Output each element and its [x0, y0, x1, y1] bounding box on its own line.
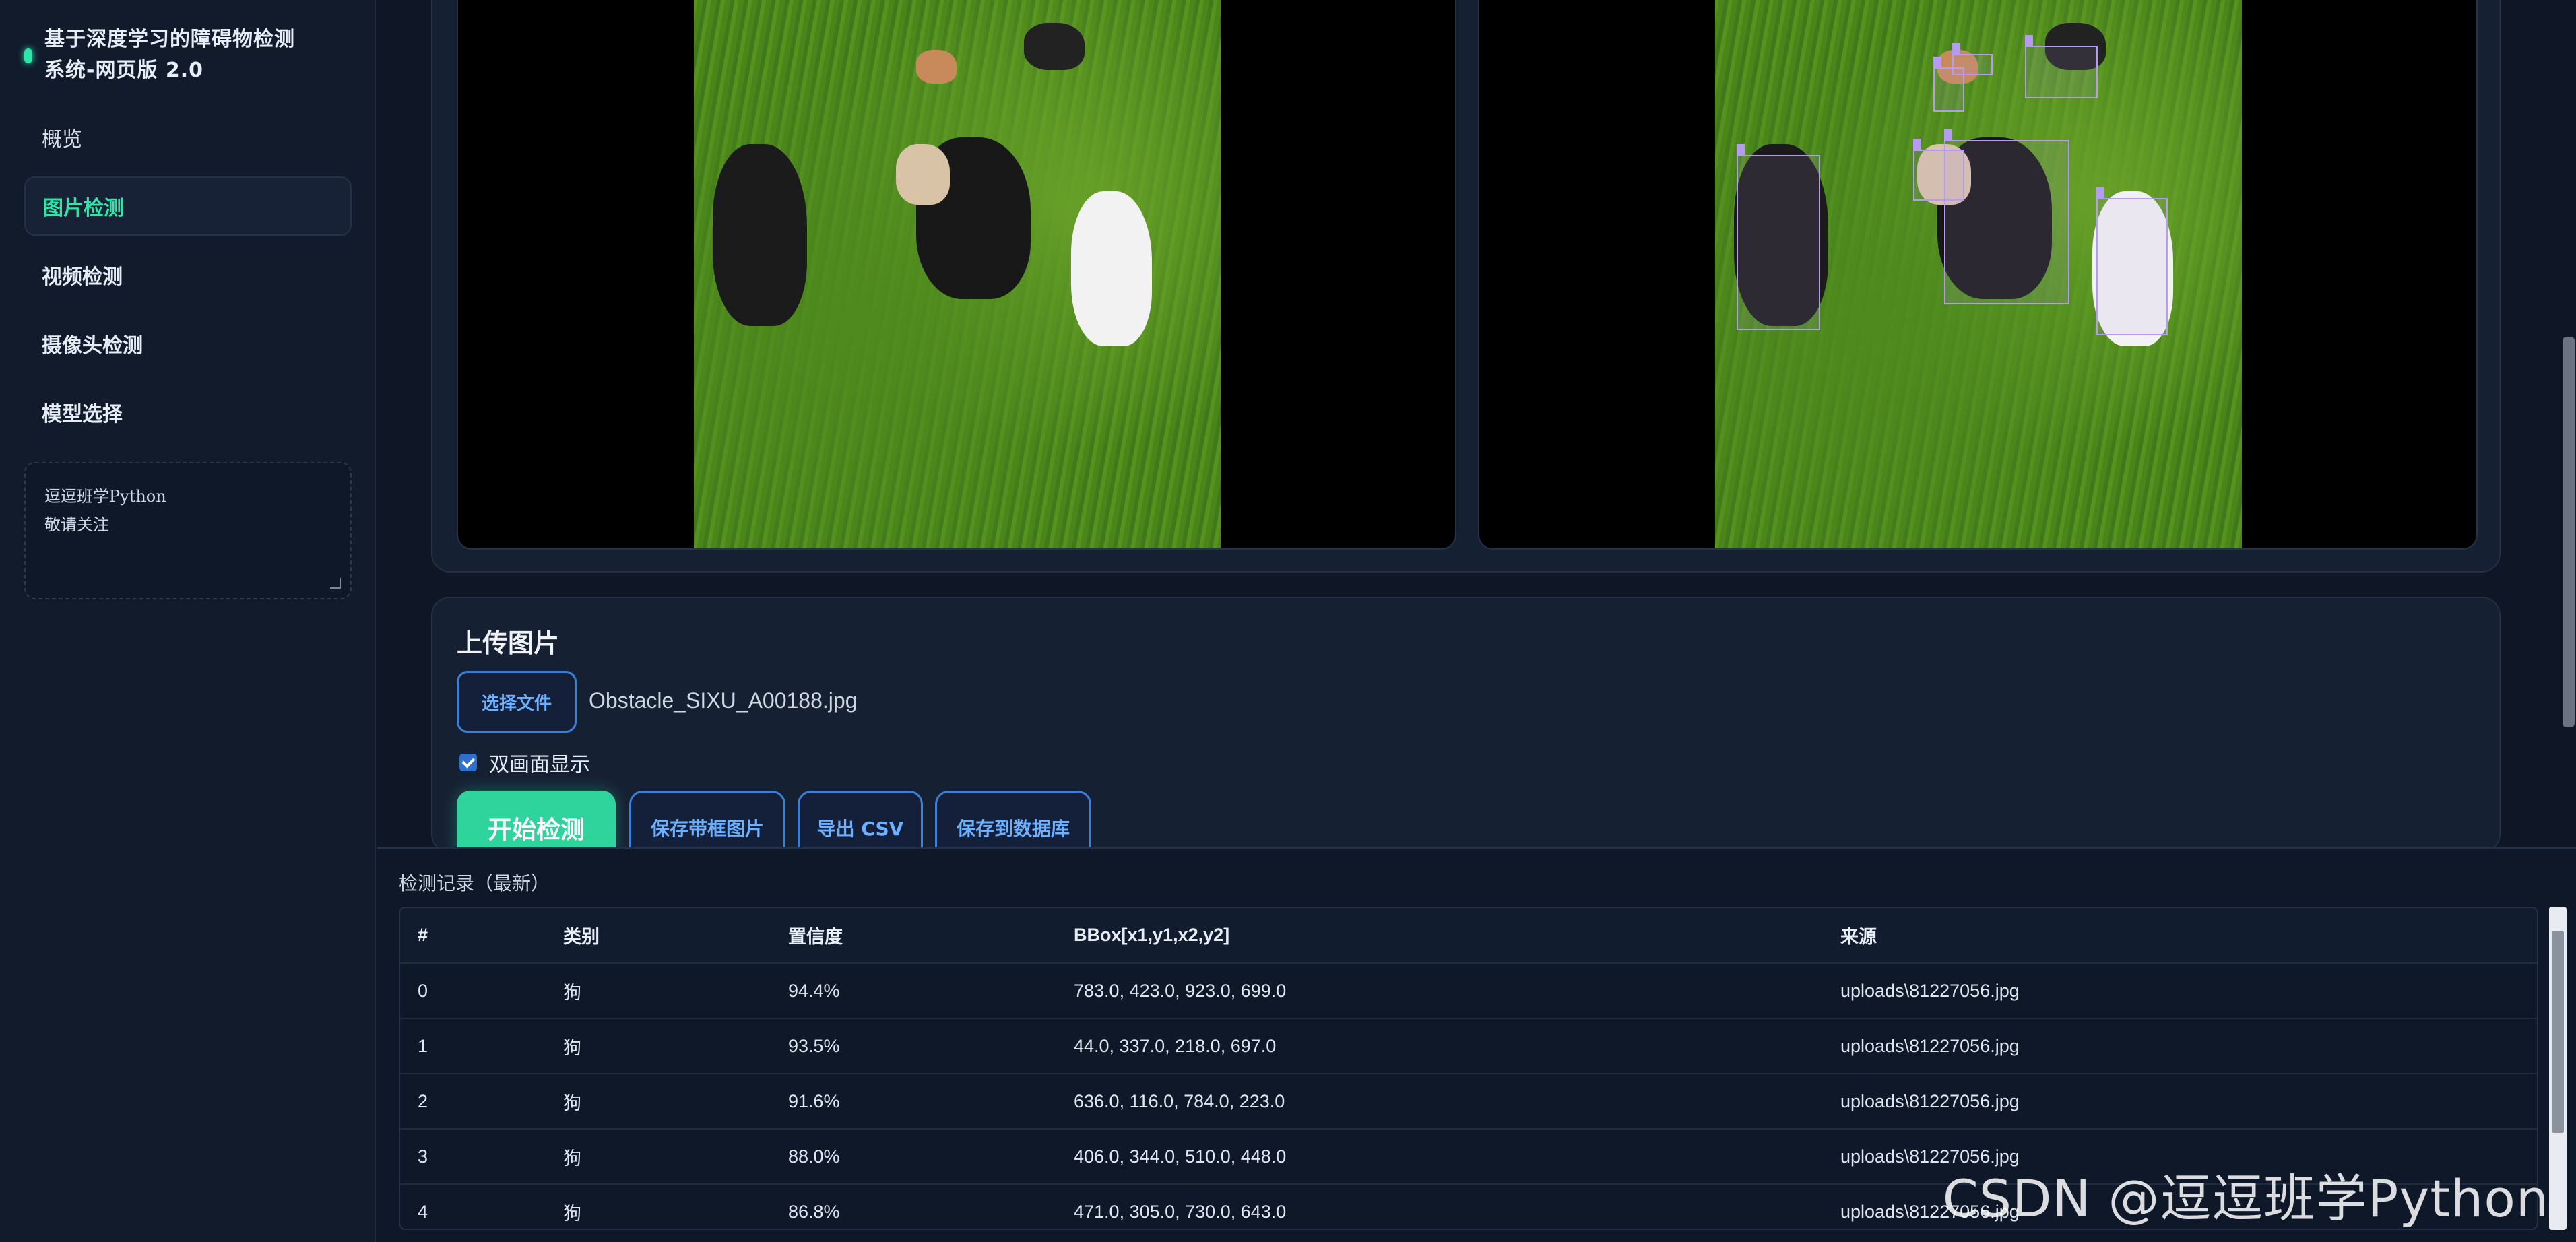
table-row[interactable]: 0 狗 94.4% 783.0, 423.0, 923.0, 699.0 upl…	[400, 963, 2537, 1019]
cell-confidence: 93.5%	[771, 1018, 1056, 1074]
cell-confidence: 86.8%	[771, 1184, 1056, 1229]
sidebar: 基于深度学习的障碍物检测 系统-网页版 2.0 概览 图片检测 视频检测 摄像头…	[0, 0, 376, 1242]
column-header[interactable]: #	[400, 908, 546, 964]
detection-box	[2096, 187, 2168, 335]
table-scrollbar[interactable]	[2549, 907, 2567, 1230]
cell-confidence: 91.6%	[771, 1074, 1056, 1130]
cell-bbox: 406.0, 344.0, 510.0, 448.0	[1056, 1129, 1823, 1185]
cell-index: 0	[400, 963, 546, 1019]
status-dot-icon	[24, 48, 32, 63]
cell-index: 4	[400, 1184, 546, 1229]
dog-shape	[1024, 23, 1085, 70]
cell-class: 狗	[546, 1129, 771, 1185]
table-row[interactable]: 2 狗 91.6% 636.0, 116.0, 784.0, 223.0 upl…	[400, 1074, 2537, 1130]
sidebar-item-label: 视频检测	[42, 265, 123, 289]
detection-tag	[1737, 144, 1745, 156]
watermark: CSDN @逗逗班学Python	[1942, 1169, 2549, 1229]
dog-shape	[1071, 191, 1152, 346]
brand: 基于深度学习的障碍物检测 系统-网页版 2.0	[24, 24, 361, 86]
column-header[interactable]: BBox[x1,y1,x2,y2]	[1056, 908, 1823, 964]
original-photo	[694, 0, 1221, 548]
dog-shape	[916, 50, 957, 84]
detection-box	[1952, 43, 1993, 75]
note-textarea[interactable]: 逗逗班学Python 敬请关注	[24, 462, 352, 599]
upload-card: 上传图片 选择文件 Obstacle_SIXU_A00188.jpg 双画面显示…	[431, 597, 2501, 865]
sidebar-item-label: 摄像头检测	[42, 334, 143, 358]
note-line: 敬请关注	[44, 515, 109, 534]
dog-shape	[713, 144, 807, 326]
detection-tag	[1913, 139, 1921, 151]
page-scrollbar[interactable]	[2563, 337, 2575, 727]
dual-view-checkbox[interactable]	[459, 754, 477, 771]
table-scroll-thumb[interactable]	[2552, 931, 2564, 1133]
sidebar-nav: 概览 图片检测 视频检测 摄像头检测 模型选择	[24, 108, 352, 451]
cell-bbox: 783.0, 423.0, 923.0, 699.0	[1056, 963, 1823, 1019]
records-title: 检测记录（最新）	[399, 872, 550, 894]
column-header[interactable]: 类别	[546, 908, 771, 964]
column-header[interactable]: 来源	[1823, 908, 2537, 964]
column-header[interactable]: 置信度	[771, 908, 1056, 964]
sidebar-item-overview[interactable]: 概览	[24, 108, 352, 167]
dog-shape	[896, 144, 950, 205]
sidebar-item-label: 概览	[42, 128, 82, 152]
detection-tag	[1952, 43, 1960, 55]
result-image-pane	[1478, 0, 2478, 550]
sidebar-item-image-detection[interactable]: 图片检测	[24, 176, 352, 236]
cell-bbox: 44.0, 337.0, 218.0, 697.0	[1056, 1018, 1823, 1074]
sidebar-item-model-select[interactable]: 模型选择	[24, 383, 352, 442]
cell-source: uploads\81227056.jpg	[1823, 1074, 2537, 1130]
cell-class: 狗	[546, 963, 771, 1019]
cell-bbox: 636.0, 116.0, 784.0, 223.0	[1056, 1074, 1823, 1130]
resize-grip-icon[interactable]	[330, 578, 341, 589]
detection-tag	[1933, 57, 1941, 69]
detection-tag	[1944, 129, 1952, 141]
cell-index: 1	[400, 1018, 546, 1074]
sidebar-item-label: 图片检测	[43, 197, 124, 220]
original-image-pane	[457, 0, 1456, 550]
detection-box	[2025, 35, 2098, 98]
cell-index: 2	[400, 1074, 546, 1130]
cell-confidence: 88.0%	[771, 1129, 1056, 1185]
detection-box	[1737, 144, 1820, 330]
sidebar-item-video-detection[interactable]: 视频检测	[24, 245, 352, 304]
cell-source: uploads\81227056.jpg	[1823, 1018, 2537, 1074]
cell-index: 3	[400, 1129, 546, 1185]
choose-file-button[interactable]: 选择文件	[457, 671, 577, 733]
dual-view-label: 双画面显示	[489, 753, 590, 777]
cell-class: 狗	[546, 1018, 771, 1074]
cell-bbox: 471.0, 305.0, 730.0, 643.0	[1056, 1184, 1823, 1229]
table-row[interactable]: 1 狗 93.5% 44.0, 337.0, 218.0, 697.0 uplo…	[400, 1018, 2537, 1074]
sidebar-item-camera-detection[interactable]: 摄像头检测	[24, 314, 352, 373]
table-header-row: # 类别 置信度 BBox[x1,y1,x2,y2] 来源	[400, 908, 2537, 964]
cell-class: 狗	[546, 1074, 771, 1130]
cell-confidence: 94.4%	[771, 963, 1056, 1019]
note-line: 逗逗班学Python	[44, 487, 166, 506]
preview-card	[431, 0, 2501, 573]
detection-tag	[2025, 35, 2033, 47]
sidebar-item-label: 模型选择	[42, 403, 123, 426]
result-photo	[1715, 0, 2242, 548]
app-title: 基于深度学习的障碍物检测 系统-网页版 2.0	[44, 28, 295, 82]
detection-tag	[2096, 187, 2104, 199]
cell-class: 狗	[546, 1184, 771, 1229]
cell-source: uploads\81227056.jpg	[1823, 963, 2537, 1019]
upload-title: 上传图片	[457, 628, 560, 658]
dual-view-toggle[interactable]: 双画面显示	[459, 748, 590, 777]
detection-box	[1913, 139, 1964, 201]
selected-file-name: Obstacle_SIXU_A00188.jpg	[589, 688, 858, 713]
